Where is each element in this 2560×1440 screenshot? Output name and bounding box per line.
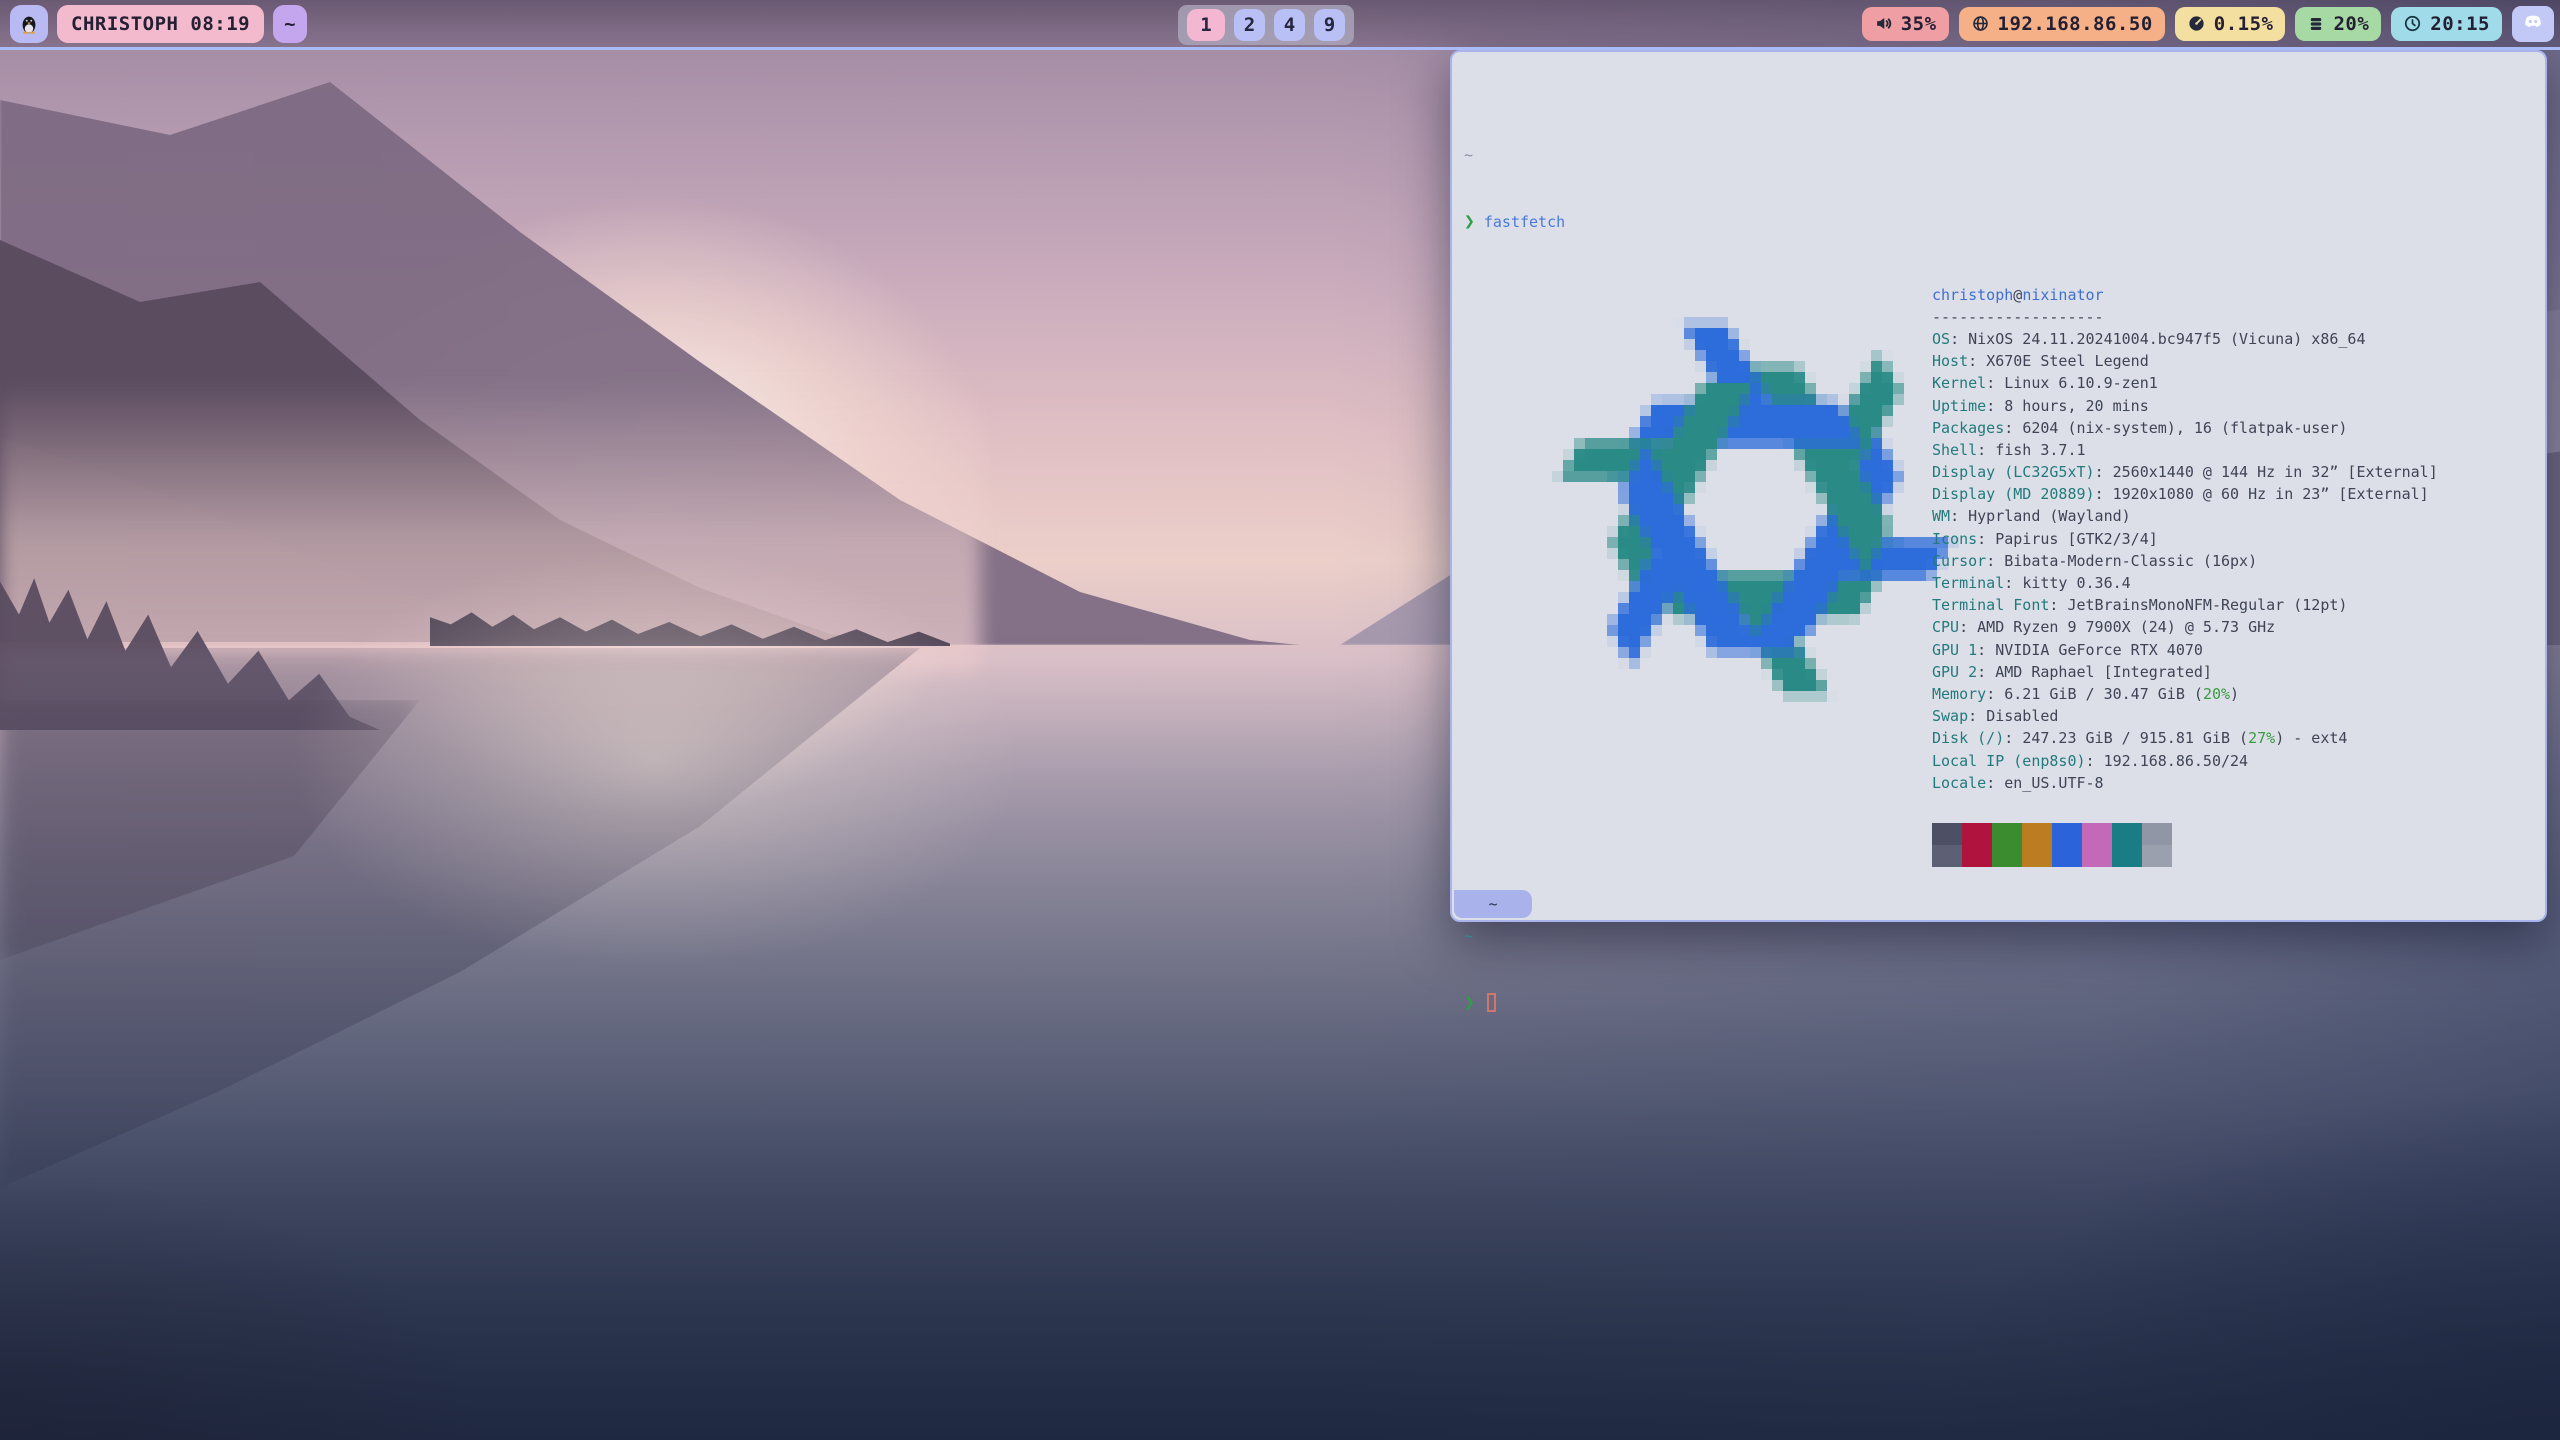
prompt-cwd: ~ bbox=[1464, 144, 2541, 166]
gauge-icon bbox=[2187, 14, 2206, 33]
palette-swatch bbox=[2022, 823, 2052, 845]
fetch-line: Kernel: Linux 6.10.9-zen1 bbox=[1932, 372, 2438, 394]
command-text: fastfetch bbox=[1484, 213, 1565, 231]
fetch-line: Icons: Papirus [GTK2/3/4] bbox=[1932, 528, 2438, 550]
status-bar-right: 35% 192.168.86.50 0.15% 20% 20:15 bbox=[1862, 0, 2554, 47]
palette-swatch bbox=[1932, 845, 1962, 867]
module-value: 192.168.86.50 bbox=[1998, 13, 2153, 35]
fetch-line: Display (LC32G5xT): 2560x1440 @ 144 Hz i… bbox=[1932, 461, 2438, 483]
window-title-label: ~ bbox=[284, 13, 296, 35]
workspace-2[interactable]: 2 bbox=[1234, 9, 1265, 41]
palette-swatch bbox=[1932, 823, 1962, 845]
palette-swatch bbox=[2052, 845, 2082, 867]
palette-swatch bbox=[1992, 823, 2022, 845]
user-clock-module[interactable]: CHRISTOPH 08:19 bbox=[57, 5, 264, 43]
prompt-line-2: ❯ bbox=[1464, 992, 2541, 1014]
prompt-line: ❯ fastfetch bbox=[1464, 211, 2541, 233]
workspace-1[interactable]: 1 bbox=[1187, 9, 1225, 41]
fetch-line: Terminal Font: JetBrainsMonoNFM-Regular … bbox=[1932, 594, 2438, 616]
terminal-cursor bbox=[1487, 993, 1496, 1012]
user-clock-label: CHRISTOPH 08:19 bbox=[71, 13, 250, 35]
fetch-line: Packages: 6204 (nix-system), 16 (flatpak… bbox=[1932, 417, 2438, 439]
fastfetch-info: christoph@nixinator-------------------OS… bbox=[1932, 284, 2438, 867]
terminal-tab-bar: ~ bbox=[1454, 890, 1532, 918]
terminal-window: ~ ❯ fastfetch christoph@nixinator-------… bbox=[1450, 50, 2547, 922]
memory-module[interactable]: 20% bbox=[2295, 7, 2381, 41]
status-bar: CHRISTOPH 08:19 ~ 1249 35% 192.168.86.50 0… bbox=[0, 0, 2560, 50]
palette-swatch bbox=[1962, 845, 1992, 867]
fetch-line: Uptime: 8 hours, 20 mins bbox=[1932, 395, 2438, 417]
window-title-module[interactable]: ~ bbox=[273, 5, 307, 43]
fetch-line: Memory: 6.21 GiB / 30.47 GiB (20%) bbox=[1932, 683, 2438, 705]
network-module[interactable]: 192.168.86.50 bbox=[1959, 7, 2165, 41]
workspace-switcher: 1249 bbox=[1178, 5, 1354, 45]
fetch-line: Host: X670E Steel Legend bbox=[1932, 350, 2438, 372]
fetch-line: GPU 1: NVIDIA GeForce RTX 4070 bbox=[1932, 639, 2438, 661]
fastfetch-output: christoph@nixinator-------------------OS… bbox=[1464, 284, 2541, 867]
palette-swatch bbox=[2112, 823, 2142, 845]
volume-icon bbox=[1874, 14, 1893, 33]
prompt-cwd-2: ~ bbox=[1464, 925, 2541, 947]
fetch-line: ------------------- bbox=[1932, 306, 2438, 328]
clock-icon bbox=[2403, 14, 2422, 33]
fetch-line: Local IP (enp8s0): 192.168.86.50/24 bbox=[1932, 750, 2438, 772]
fetch-line: Swap: Disabled bbox=[1932, 705, 2438, 727]
fetch-line: WM: Hyprland (Wayland) bbox=[1932, 505, 2438, 527]
tux-icon bbox=[18, 12, 40, 36]
fetch-line: Display (MD 20889): 1920x1080 @ 60 Hz in… bbox=[1932, 483, 2438, 505]
fetch-line: Disk (/): 247.23 GiB / 915.81 GiB (27%) … bbox=[1932, 727, 2438, 749]
terminal-tab[interactable]: ~ bbox=[1454, 890, 1532, 918]
workspace-9[interactable]: 9 bbox=[1314, 9, 1345, 41]
tray-discord[interactable] bbox=[2512, 6, 2554, 42]
color-palette bbox=[1932, 823, 2438, 867]
status-bar-left: CHRISTOPH 08:19 ~ bbox=[10, 0, 307, 47]
module-value: 35% bbox=[1901, 13, 1937, 35]
prompt-arrow-2: ❯ bbox=[1464, 992, 1475, 1013]
network-icon bbox=[1971, 14, 1990, 33]
memory-icon bbox=[2307, 15, 2325, 33]
fetch-line: OS: NixOS 24.11.20241004.bc947f5 (Vicuna… bbox=[1932, 328, 2438, 350]
palette-swatch bbox=[2142, 823, 2172, 845]
fetch-line: Locale: en_US.UTF-8 bbox=[1932, 772, 2438, 794]
fetch-line: Cursor: Bibata-Modern-Classic (16px) bbox=[1932, 550, 2438, 572]
palette-swatch bbox=[2142, 845, 2172, 867]
launcher-button[interactable] bbox=[10, 5, 48, 43]
fetch-line: Shell: fish 3.7.1 bbox=[1932, 439, 2438, 461]
nixos-logo bbox=[1480, 284, 1887, 867]
nixos-logo-canvas bbox=[1552, 306, 1959, 713]
fetch-line: GPU 2: AMD Raphael [Integrated] bbox=[1932, 661, 2438, 683]
module-value: 0.15% bbox=[2214, 13, 2274, 35]
palette-swatch bbox=[1962, 823, 1992, 845]
palette-swatch bbox=[2052, 823, 2082, 845]
palette-swatch bbox=[2112, 845, 2142, 867]
module-value: 20% bbox=[2333, 13, 2369, 35]
module-value: 20:15 bbox=[2430, 13, 2490, 35]
fetch-line: CPU: AMD Ryzen 9 7900X (24) @ 5.73 GHz bbox=[1932, 616, 2438, 638]
prompt-arrow: ❯ bbox=[1464, 211, 1475, 232]
volume-module[interactable]: 35% bbox=[1862, 7, 1949, 41]
discord-icon bbox=[2520, 11, 2546, 37]
terminal-content: ~ ❯ fastfetch christoph@nixinator-------… bbox=[1464, 54, 2541, 890]
palette-swatch bbox=[2082, 823, 2112, 845]
palette-swatch bbox=[1992, 845, 2022, 867]
gauge-module[interactable]: 0.15% bbox=[2175, 7, 2286, 41]
palette-swatch bbox=[2022, 845, 2052, 867]
workspace-4[interactable]: 4 bbox=[1274, 9, 1305, 41]
clock-module[interactable]: 20:15 bbox=[2391, 7, 2502, 41]
fetch-line: Terminal: kitty 0.36.4 bbox=[1932, 572, 2438, 594]
fetch-line: christoph@nixinator bbox=[1932, 284, 2438, 306]
palette-swatch bbox=[2082, 845, 2112, 867]
